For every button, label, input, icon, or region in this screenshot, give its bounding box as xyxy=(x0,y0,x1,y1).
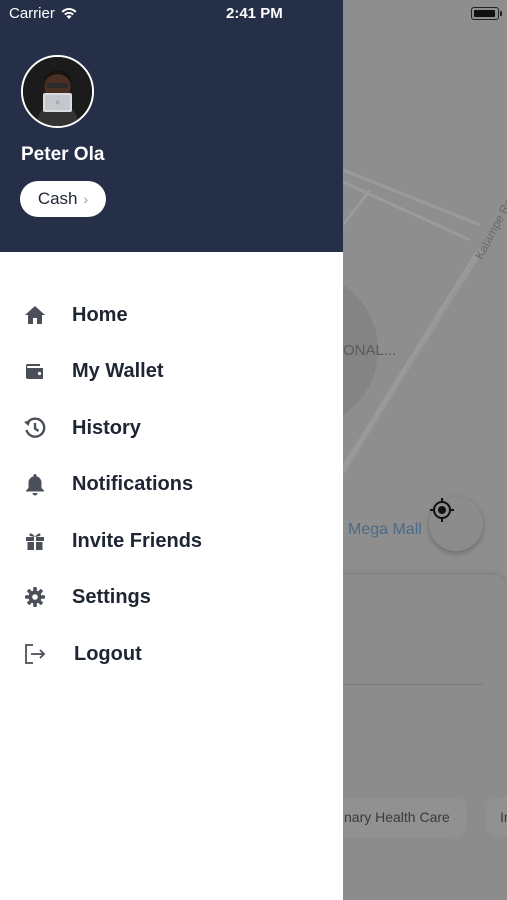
user-avatar-image xyxy=(23,57,92,126)
battery-icon xyxy=(471,7,502,20)
payment-method-label: Cash xyxy=(37,189,78,208)
locate-me-button[interactable] xyxy=(429,497,483,551)
menu-item-label: History xyxy=(72,416,141,439)
sheet-divider xyxy=(343,684,483,685)
chevron-right-icon: › xyxy=(83,191,89,207)
drawer-header: Peter Ola Cash › xyxy=(0,0,343,252)
gift-icon xyxy=(22,528,48,554)
menu-item-label: Notifications xyxy=(72,472,194,495)
destination-chip-2[interactable]: Ir xyxy=(486,797,507,837)
wallet-icon xyxy=(22,358,48,384)
menu-item-label: Home xyxy=(72,303,128,326)
logout-icon xyxy=(22,641,48,667)
crosshair-icon xyxy=(430,498,454,522)
carrier-label: Carrier xyxy=(9,5,55,22)
payment-method-button[interactable]: Cash › xyxy=(20,181,106,217)
history-icon xyxy=(22,415,48,441)
navigation-drawer: Peter Ola Cash › Home My Wallet History … xyxy=(0,0,343,900)
gear-icon xyxy=(22,584,48,610)
status-time: 2:41 PM xyxy=(226,5,283,22)
avatar[interactable] xyxy=(21,55,94,128)
wifi-icon xyxy=(61,8,77,19)
menu-item-label: Logout xyxy=(74,642,142,665)
menu-item-logout[interactable]: Logout xyxy=(0,626,343,682)
menu-item-label: Settings xyxy=(72,585,151,608)
menu-item-history[interactable]: History xyxy=(0,400,343,456)
bell-icon xyxy=(22,471,48,497)
user-name: Peter Ola xyxy=(21,144,105,165)
home-icon xyxy=(22,302,48,328)
menu-item-home[interactable]: Home xyxy=(0,287,343,343)
menu-item-notifications[interactable]: Notifications xyxy=(0,456,343,512)
bottom-sheet xyxy=(320,575,507,900)
menu-item-wallet[interactable]: My Wallet xyxy=(0,343,343,399)
menu-item-invite-friends[interactable]: Invite Friends xyxy=(0,513,343,569)
place-label-mega-mall: Mega Mall xyxy=(348,521,422,538)
status-bar: Carrier 2:41 PM xyxy=(0,0,507,28)
area-label: ONAL... xyxy=(343,342,397,359)
menu-item-label: Invite Friends xyxy=(72,529,203,552)
menu-item-label: My Wallet xyxy=(72,359,164,382)
carrier-indicator: Carrier xyxy=(9,5,78,22)
menu-item-settings[interactable]: Settings xyxy=(0,569,343,625)
